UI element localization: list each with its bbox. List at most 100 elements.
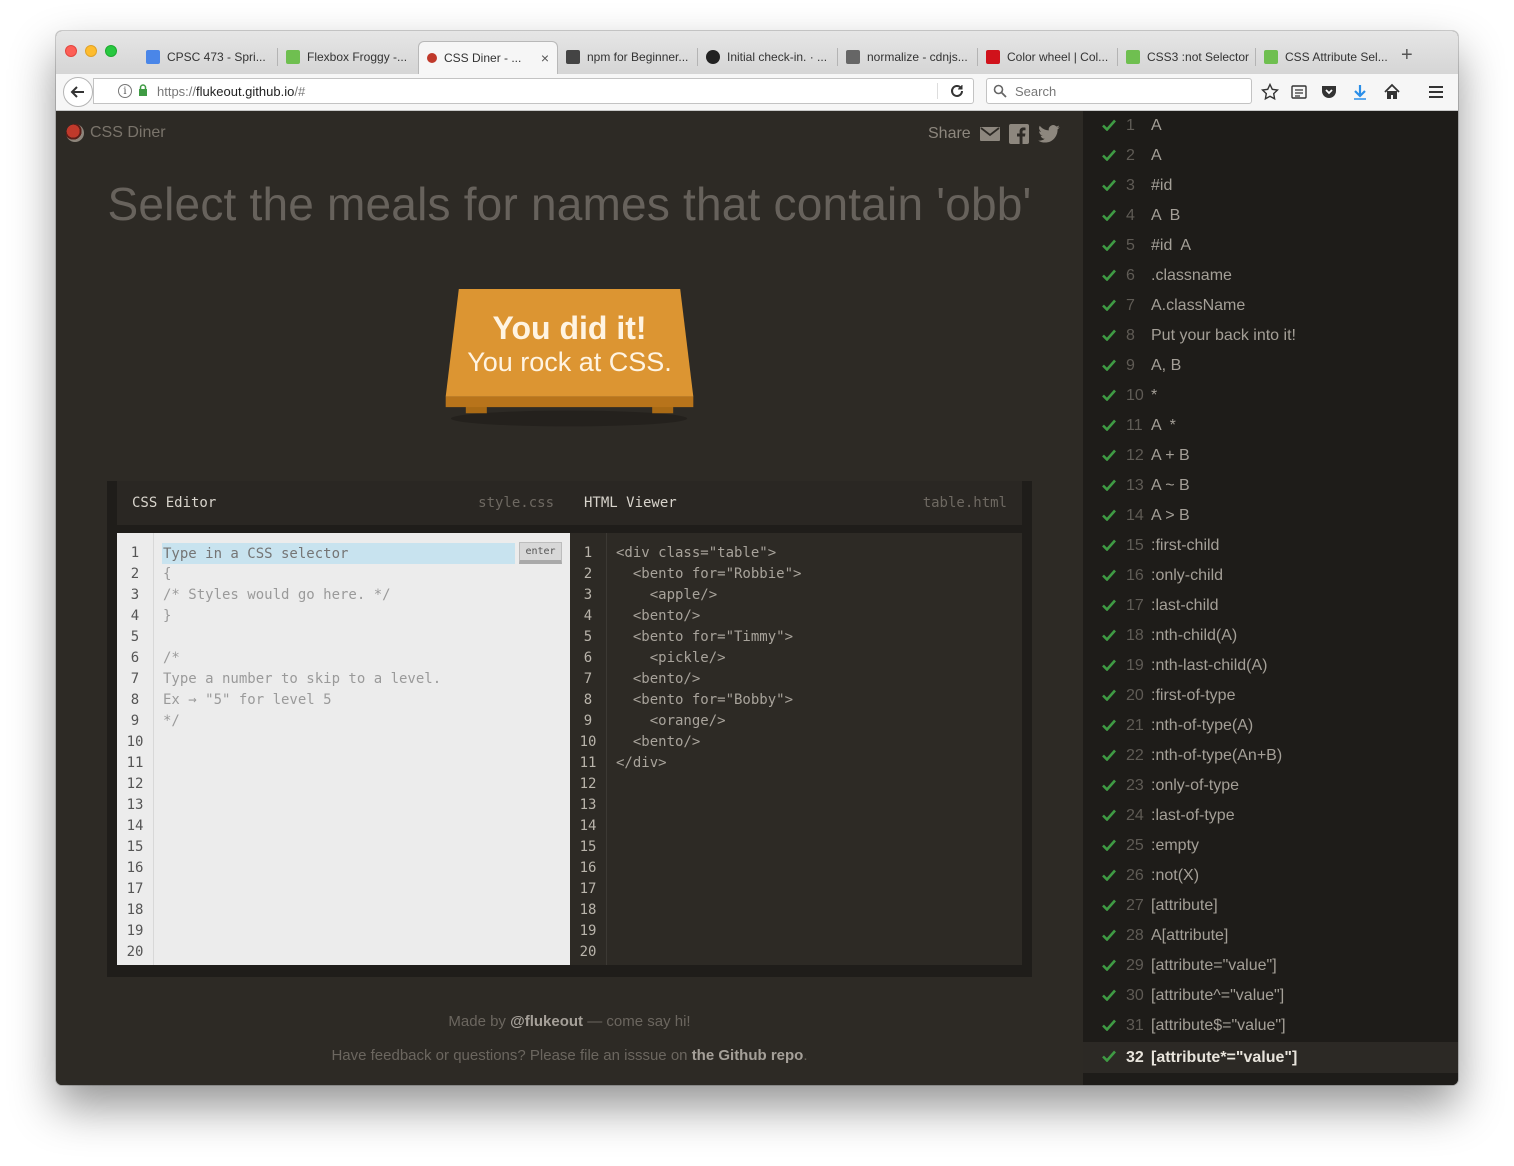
reading-list-icon[interactable]: [1289, 82, 1309, 102]
level-number: 1: [1126, 117, 1135, 134]
code-line: <orange/>: [616, 713, 726, 729]
download-icon[interactable]: [1350, 82, 1370, 102]
twitter-icon[interactable]: [1037, 125, 1060, 143]
line-number: 2: [583, 566, 593, 582]
level-item[interactable]: 28 A[attribute]: [1083, 921, 1458, 951]
lock-icon: [138, 83, 148, 99]
level-item[interactable]: 18:nth-child(A): [1083, 621, 1458, 651]
checkmark-icon: [1102, 509, 1116, 521]
level-item[interactable]: 22:nth-of-type(An+B): [1083, 741, 1458, 771]
level-item[interactable]: 12 A + B: [1083, 441, 1458, 471]
browser-tab[interactable]: CSS Attribute Sel...: [1256, 42, 1396, 72]
level-item[interactable]: 5 #id A: [1083, 231, 1458, 261]
reload-icon[interactable]: [949, 83, 965, 102]
level-number: 15: [1126, 537, 1144, 554]
plate-logo-icon: [66, 124, 84, 142]
level-instruction: Select the meals for names that contain …: [107, 178, 1032, 230]
level-number: 24: [1126, 807, 1144, 824]
css-editor-pane: 1 2 3 4 5 6 7 8 9 10 11 12 13 14 15 16 17 18 19 20 {/* Styl…: [117, 533, 570, 965]
level-item[interactable]: 4 A B: [1083, 201, 1458, 231]
level-name: :nth-child(A): [1151, 627, 1238, 644]
level-item[interactable]: 13 A ~ B: [1083, 471, 1458, 501]
code-line: <div class="table">: [616, 545, 777, 561]
browser-tab[interactable]: Initial check-in. · ...: [698, 42, 838, 72]
browser-tab[interactable]: normalize - cdnjs...: [838, 42, 978, 72]
site-logo[interactable]: CSS Diner: [66, 124, 166, 142]
level-item[interactable]: 15:first-child: [1083, 531, 1458, 561]
browser-tab[interactable]: CSS Diner - ... ×: [418, 41, 558, 74]
facebook-icon[interactable]: [1008, 124, 1029, 144]
level-number: 6: [1126, 267, 1135, 284]
level-item[interactable]: 16:only-child: [1083, 561, 1458, 591]
level-item[interactable]: 10 *: [1083, 381, 1458, 411]
browser-tab[interactable]: Color wheel | Col...: [978, 42, 1118, 72]
bookmark-star-icon[interactable]: [1260, 82, 1280, 102]
url-bar[interactable]: i https://flukeout.github.io/#: [93, 78, 974, 104]
level-name: :nth-last-child(A): [1151, 657, 1268, 674]
line-number: 11: [579, 755, 597, 771]
html-code[interactable]: <div class="table"> <bento for="Robbie">…: [616, 543, 801, 774]
home-icon[interactable]: [1382, 82, 1402, 102]
browser-tab[interactable]: npm for Beginner...: [558, 42, 698, 72]
level-item[interactable]: 17:last-child: [1083, 591, 1458, 621]
checkmark-icon: [1102, 179, 1116, 191]
minimize-window-button[interactable]: [85, 45, 97, 57]
level-item[interactable]: 31 [attribute$="value"]: [1083, 1011, 1458, 1041]
email-icon[interactable]: [979, 126, 1000, 142]
flukeout-link[interactable]: @flukeout: [510, 1013, 583, 1030]
win-message: You did it!: [492, 310, 647, 346]
line-number: 20: [579, 944, 597, 960]
css-selector-input[interactable]: [162, 543, 515, 564]
close-window-button[interactable]: [65, 45, 77, 57]
browser-tab[interactable]: Flexbox Froggy -...: [278, 42, 418, 72]
enter-button[interactable]: enter: [519, 542, 562, 564]
logo-text: CSS Diner: [90, 124, 166, 141]
level-item[interactable]: 11 A *: [1083, 411, 1458, 441]
level-name: .classname: [1151, 267, 1232, 284]
level-name: A: [1151, 117, 1162, 134]
level-item[interactable]: 1A: [1083, 111, 1458, 141]
browser-tab[interactable]: CSS3 :not Selector: [1118, 42, 1256, 72]
checkmark-icon: [1102, 569, 1116, 581]
level-item[interactable]: 32 [attribute*="value"]: [1083, 1042, 1458, 1073]
checkmark-icon: [1102, 689, 1116, 701]
search-input[interactable]: Search: [986, 78, 1252, 104]
pocket-icon[interactable]: [1319, 82, 1339, 102]
level-item[interactable]: 8 Put your back into it!: [1083, 321, 1458, 351]
level-item[interactable]: 26:not(X): [1083, 861, 1458, 891]
level-item[interactable]: 29 [attribute="value"]: [1083, 951, 1458, 981]
level-item[interactable]: 9 A, B: [1083, 351, 1458, 381]
level-name: :only-child: [1151, 567, 1224, 584]
level-item[interactable]: 23:only-of-type: [1083, 771, 1458, 801]
menu-icon[interactable]: [1426, 82, 1446, 102]
line-number: 9: [583, 713, 593, 729]
zoom-window-button[interactable]: [105, 45, 117, 57]
level-item[interactable]: 24:last-of-type: [1083, 801, 1458, 831]
close-tab-icon[interactable]: ×: [535, 50, 549, 66]
info-icon[interactable]: i: [118, 84, 132, 98]
line-number: 7: [130, 671, 140, 687]
level-item[interactable]: 19:nth-last-child(A): [1083, 651, 1458, 681]
github-repo-link[interactable]: the Github repo: [692, 1047, 804, 1064]
level-item[interactable]: 25:empty: [1083, 831, 1458, 861]
level-name: :not(X): [1151, 867, 1200, 884]
level-item[interactable]: 7 A.className: [1083, 291, 1458, 321]
level-item[interactable]: 21:nth-of-type(A): [1083, 711, 1458, 741]
level-item[interactable]: 27 [attribute]: [1083, 891, 1458, 921]
level-item[interactable]: 6 .classname: [1083, 261, 1458, 291]
iw-icon: [566, 50, 580, 64]
level-item[interactable]: 3 #id: [1083, 171, 1458, 201]
new-tab-button[interactable]: +: [1401, 44, 1413, 67]
level-item[interactable]: 20:first-of-type: [1083, 681, 1458, 711]
level-item[interactable]: 14 A > B: [1083, 501, 1458, 531]
level-number: 10: [1126, 387, 1144, 404]
level-item[interactable]: 2A: [1083, 141, 1458, 171]
level-item[interactable]: 30 [attribute^="value"]: [1083, 981, 1458, 1011]
level-name: A *: [1151, 417, 1176, 434]
browser-tab[interactable]: CPSC 473 - Spri...: [138, 42, 278, 72]
level-number: 8: [1126, 327, 1135, 344]
level-sidebar: 1 A 2 A 3 #id 4 A B 5 #id A 6 .classname 7 A.classNam…: [1083, 111, 1458, 1085]
html-viewer-title: HTML Viewer: [584, 495, 677, 511]
back-button[interactable]: [63, 77, 93, 107]
